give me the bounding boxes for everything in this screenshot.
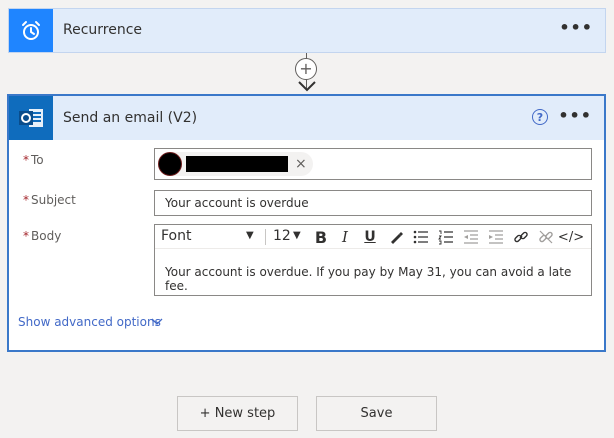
font-select[interactable]: Font bbox=[161, 228, 191, 245]
email-more-button[interactable]: ••• bbox=[558, 108, 592, 124]
recipient-name-redacted bbox=[186, 156, 288, 172]
to-label-text: To bbox=[31, 153, 44, 167]
recurrence-card[interactable]: Recurrence ••• bbox=[8, 8, 606, 53]
recipient-name bbox=[186, 160, 188, 174]
outlook-icon bbox=[9, 96, 53, 140]
required-mark: * bbox=[23, 153, 29, 167]
show-advanced-options-link[interactable]: Show advanced options bbox=[18, 315, 161, 329]
caret-down-icon[interactable]: ▼ bbox=[293, 230, 301, 241]
send-email-card: Send an email (V2) ? ••• * To × * Subject … bbox=[7, 94, 606, 352]
body-label-text: Body bbox=[31, 229, 62, 243]
send-email-title: Send an email (V2) bbox=[63, 110, 198, 126]
arrow-down-icon bbox=[298, 81, 316, 92]
new-step-button[interactable]: + New step bbox=[177, 396, 298, 431]
send-email-header[interactable]: Send an email (V2) ? ••• bbox=[9, 96, 604, 140]
unlink-icon[interactable] bbox=[537, 228, 555, 246]
help-icon[interactable]: ? bbox=[532, 109, 548, 125]
decrease-indent-icon[interactable] bbox=[462, 228, 480, 246]
italic-button[interactable]: I bbox=[336, 228, 354, 246]
body-label: * Body bbox=[23, 229, 61, 243]
caret-down-icon[interactable]: ▼ bbox=[246, 230, 254, 241]
bullet-list-icon[interactable] bbox=[412, 228, 430, 246]
required-mark: * bbox=[23, 193, 29, 207]
body-editor[interactable]: Font ▼ 12 ▼ B I U </> Your account is ov… bbox=[154, 224, 592, 296]
avatar bbox=[158, 152, 182, 176]
save-button[interactable]: Save bbox=[316, 396, 437, 431]
body-text[interactable]: Your account is overdue. If you pay by M… bbox=[165, 265, 591, 293]
rich-text-toolbar: Font ▼ 12 ▼ B I U </> bbox=[155, 225, 591, 249]
alarm-clock-icon bbox=[9, 9, 53, 52]
recurrence-more-button[interactable]: ••• bbox=[559, 20, 593, 36]
font-size-select[interactable]: 12 bbox=[273, 228, 291, 245]
link-icon[interactable] bbox=[512, 228, 530, 246]
subject-label: * Subject bbox=[23, 193, 76, 207]
increase-indent-icon[interactable] bbox=[487, 228, 505, 246]
subject-input[interactable]: Your account is overdue bbox=[154, 190, 592, 216]
toolbar-divider bbox=[265, 229, 266, 245]
underline-button[interactable]: U bbox=[361, 228, 379, 246]
chevron-down-icon[interactable] bbox=[151, 318, 163, 326]
subject-label-text: Subject bbox=[31, 193, 76, 207]
to-field[interactable]: × bbox=[154, 148, 592, 180]
insert-step-button[interactable]: + bbox=[295, 58, 317, 80]
to-label: * To bbox=[23, 153, 44, 167]
remove-recipient-icon[interactable]: × bbox=[295, 155, 307, 173]
required-mark: * bbox=[23, 229, 29, 243]
recipient-token: × bbox=[158, 152, 313, 176]
code-view-button[interactable]: </> bbox=[558, 228, 584, 246]
bold-button[interactable]: B bbox=[312, 228, 330, 247]
recurrence-title: Recurrence bbox=[63, 22, 143, 38]
highlight-pen-icon[interactable] bbox=[387, 228, 405, 246]
numbered-list-icon[interactable] bbox=[437, 228, 455, 246]
